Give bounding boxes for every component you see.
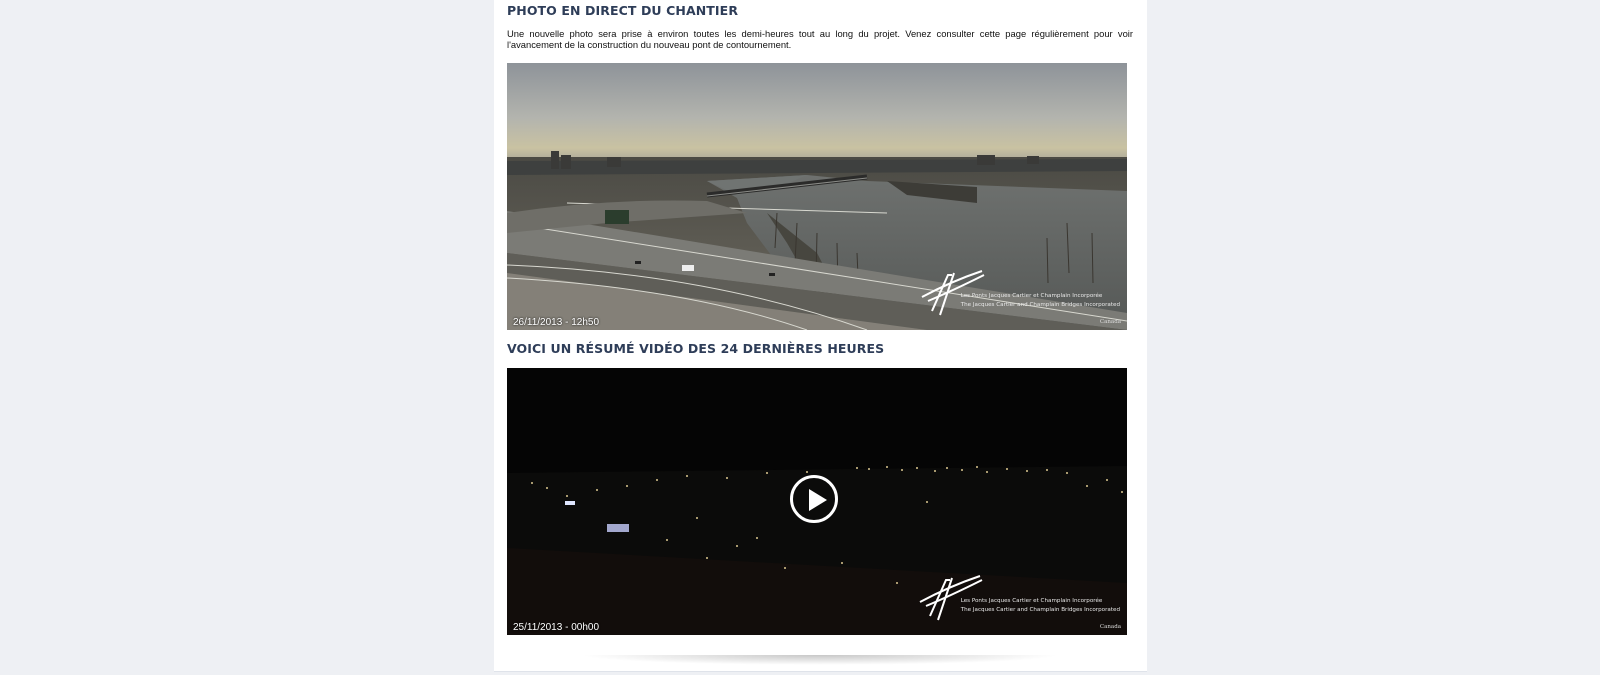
timelapse-video-player[interactable]: Les Ponts Jacques Cartier et Champlain I…	[507, 368, 1127, 635]
logo-line-en: The Jacques Cartier and Champlain Bridge…	[960, 607, 1120, 613]
logo-line-fr: Les Ponts Jacques Cartier et Champlain I…	[960, 598, 1103, 604]
play-icon[interactable]	[790, 475, 838, 523]
logo-line-en: The Jacques Cartier and Champlain Bridge…	[960, 302, 1120, 308]
logo-line-fr: Les Ponts Jacques Cartier et Champlain I…	[960, 293, 1103, 299]
government-wordmark: Canada	[1099, 319, 1121, 325]
bridges-logo-text: Les Ponts Jacques Cartier et Champlain I…	[961, 292, 1120, 310]
bridges-logo-text: Les Ponts Jacques Cartier et Champlain I…	[961, 597, 1120, 615]
live-photo-intro: Une nouvelle photo sera prise à environ …	[507, 28, 1133, 50]
footer-shadow-divider	[580, 655, 1060, 665]
video-timestamp: 25/11/2013 - 00h00	[513, 622, 600, 633]
live-photo-title: PHOTO EN DIRECT DU CHANTIER	[507, 3, 739, 18]
government-wordmark: Canada	[1099, 624, 1121, 630]
photo-timestamp: 26/11/2013 - 12h50	[513, 317, 600, 328]
site-photo-image	[507, 63, 1127, 330]
video-summary-title: VOICI UN RÉSUMÉ VIDÉO DES 24 DERNIÈRES H…	[507, 341, 885, 356]
live-site-photo: Les Ponts Jacques Cartier et Champlain I…	[507, 63, 1127, 330]
